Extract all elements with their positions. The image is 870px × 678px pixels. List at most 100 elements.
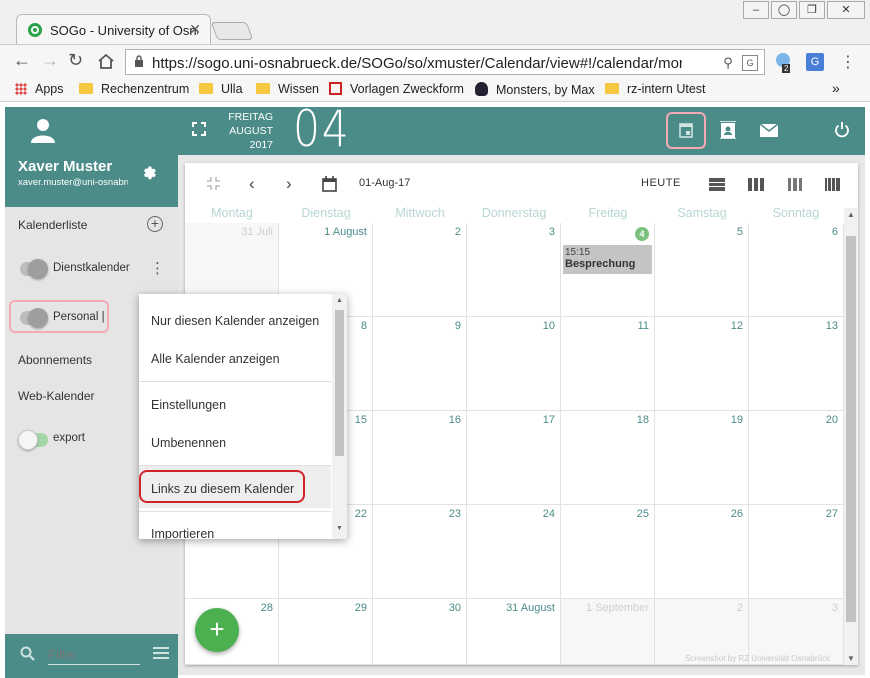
settings-gear-icon[interactable] (140, 164, 157, 184)
folder-icon (605, 83, 619, 94)
event-time: 15:15 (565, 247, 591, 258)
day-number: 30 (448, 602, 461, 614)
weekday-label: Freitag (588, 206, 628, 220)
day-cell[interactable]: 3 (467, 223, 561, 317)
bookmark-vorlagen[interactable]: Vorlagen Zweckform (329, 82, 464, 96)
bookmark-rz-intern[interactable]: rz-intern Utest (605, 82, 706, 96)
url-text[interactable]: https://sogo.uni-osnabrueck.de/SOGo/so/x… (152, 55, 682, 72)
day-cell[interactable]: 6 (749, 223, 844, 317)
minimize-button[interactable]: – (743, 1, 769, 19)
calendar-event[interactable]: 15:15 Besprechung (563, 245, 652, 274)
month-view-icon[interactable] (825, 178, 840, 194)
multicolumn-view-icon[interactable] (788, 178, 802, 194)
current-date-label[interactable]: 01-Aug-17 (359, 177, 410, 189)
bookmark-rechenzentrum[interactable]: Rechenzentrum (79, 82, 189, 96)
day-cell[interactable]: 11 (561, 317, 655, 411)
calendar-personal[interactable]: Personal | 4 (53, 311, 107, 323)
new-tab-button[interactable] (210, 22, 254, 40)
home-icon[interactable] (97, 53, 115, 72)
contacts-icon[interactable] (719, 120, 737, 142)
menu-item-show-only-this[interactable]: Nur diesen Kalender anzeigen (151, 314, 319, 328)
day-number: 2 (454, 226, 461, 238)
folder-icon (199, 83, 213, 94)
day-cell[interactable]: 25 (561, 505, 655, 599)
forward-arrow-icon[interactable]: → (41, 50, 59, 71)
restore-button[interactable]: ❐ (799, 1, 825, 19)
next-month-icon[interactable]: › (286, 174, 292, 194)
day-cell[interactable]: 12 (655, 317, 749, 411)
bookmarks-more-icon[interactable]: » (832, 80, 840, 96)
back-arrow-icon[interactable]: ← (13, 50, 31, 71)
calendar-export[interactable]: export (53, 432, 85, 444)
week-view-icon[interactable] (748, 178, 764, 194)
fullscreen-icon[interactable] (192, 122, 206, 139)
today-button[interactable]: HEUTE (641, 177, 681, 189)
weekday-header: Montag Dienstag Mittwoch Donnerstag Frei… (185, 206, 844, 223)
day-cell[interactable]: 1 September (561, 599, 655, 665)
collapse-icon[interactable] (207, 177, 220, 193)
day-cell[interactable]: 20 (749, 411, 844, 505)
day-cell[interactable]: 27 (749, 505, 844, 599)
calendar-scrollbar[interactable]: ▲ ▼ (844, 208, 858, 665)
list-menu-icon[interactable] (153, 646, 169, 663)
day-cell[interactable]: 29 (279, 599, 373, 665)
day-cell[interactable]: 9 (373, 317, 467, 411)
day-number: 12 (730, 320, 743, 332)
address-bar[interactable]: https://sogo.uni-osnabrueck.de/SOGo/so/x… (125, 49, 765, 75)
day-number: 31 August (506, 602, 555, 614)
add-event-fab[interactable]: + (195, 608, 239, 652)
reload-icon[interactable]: ↻ (68, 50, 83, 71)
add-calendar-icon[interactable]: + (147, 216, 163, 232)
previous-month-icon[interactable]: ‹ (249, 174, 255, 194)
menu-dots-icon[interactable]: ⋮ (840, 52, 856, 72)
google-translate-icon[interactable]: G (806, 53, 824, 71)
calendar-dienstkalender[interactable]: Dienstkalender (53, 262, 130, 274)
close-window-button[interactable]: ✕ (827, 1, 865, 19)
toggle-personal[interactable] (20, 308, 48, 328)
day-cell[interactable]: 24 (467, 505, 561, 599)
day-view-icon[interactable] (709, 178, 725, 194)
day-cell[interactable]: 26 (655, 505, 749, 599)
header-weekday: FREITAG (228, 111, 273, 123)
day-cell[interactable]: 30 (373, 599, 467, 665)
browser-tab-active[interactable]: SOGo - University of Osnabrück ✕ (16, 14, 211, 44)
menu-item-settings[interactable]: Einstellungen (151, 398, 226, 412)
menu-item-rename[interactable]: Umbenennen (151, 436, 226, 450)
bookmark-ulla[interactable]: Ulla (199, 82, 243, 96)
toggle-dienstkalender[interactable] (20, 259, 48, 279)
day-cell[interactable]: 13 (749, 317, 844, 411)
menu-item-import[interactable]: Importieren (151, 527, 214, 539)
bookmark-wissen[interactable]: Wissen (256, 82, 319, 96)
calendar-options-icon[interactable]: ⋮ (150, 259, 165, 277)
day-cell[interactable]: 31 August (467, 599, 561, 665)
bookmark-apps[interactable]: Apps (15, 82, 64, 96)
toggle-export[interactable] (18, 430, 48, 450)
translate-icon[interactable]: G (742, 55, 758, 71)
menu-scrollbar[interactable]: ▲ ▼ (332, 294, 347, 539)
scrollbar-thumb[interactable] (846, 236, 856, 622)
day-cell[interactable]: 10 (467, 317, 561, 411)
day-cell[interactable]: 5 (655, 223, 749, 317)
apps-grid-icon (15, 83, 27, 95)
day-cell[interactable]: 23 (373, 505, 467, 599)
day-cell[interactable]: 18 (561, 411, 655, 505)
day-cell[interactable]: 16 (373, 411, 467, 505)
bookmark-monsters[interactable]: Monsters, by Max (475, 82, 595, 97)
key-icon[interactable]: ⚲ (720, 55, 736, 71)
extension-icon[interactable]: 2 (774, 52, 792, 74)
power-logout-icon[interactable] (834, 121, 850, 141)
day-cell[interactable]: 4 15:15 Besprechung (561, 223, 655, 317)
menu-scrollbar-thumb[interactable] (335, 310, 344, 456)
user-email: xaver.muster@uni-osnabrueck.de (18, 177, 128, 188)
day-cell[interactable]: 17 (467, 411, 561, 505)
user-button[interactable]: ◯ (771, 1, 797, 19)
day-cell[interactable]: 2 (373, 223, 467, 317)
filter-input[interactable] (48, 645, 140, 665)
mail-icon[interactable] (759, 123, 779, 140)
calendar-app-icon[interactable] (679, 122, 693, 141)
day-number: 18 (636, 414, 649, 426)
menu-item-show-all[interactable]: Alle Kalender anzeigen (151, 352, 280, 366)
tab-close-icon[interactable]: ✕ (189, 21, 201, 38)
date-picker-icon[interactable] (322, 176, 337, 195)
day-cell[interactable]: 19 (655, 411, 749, 505)
